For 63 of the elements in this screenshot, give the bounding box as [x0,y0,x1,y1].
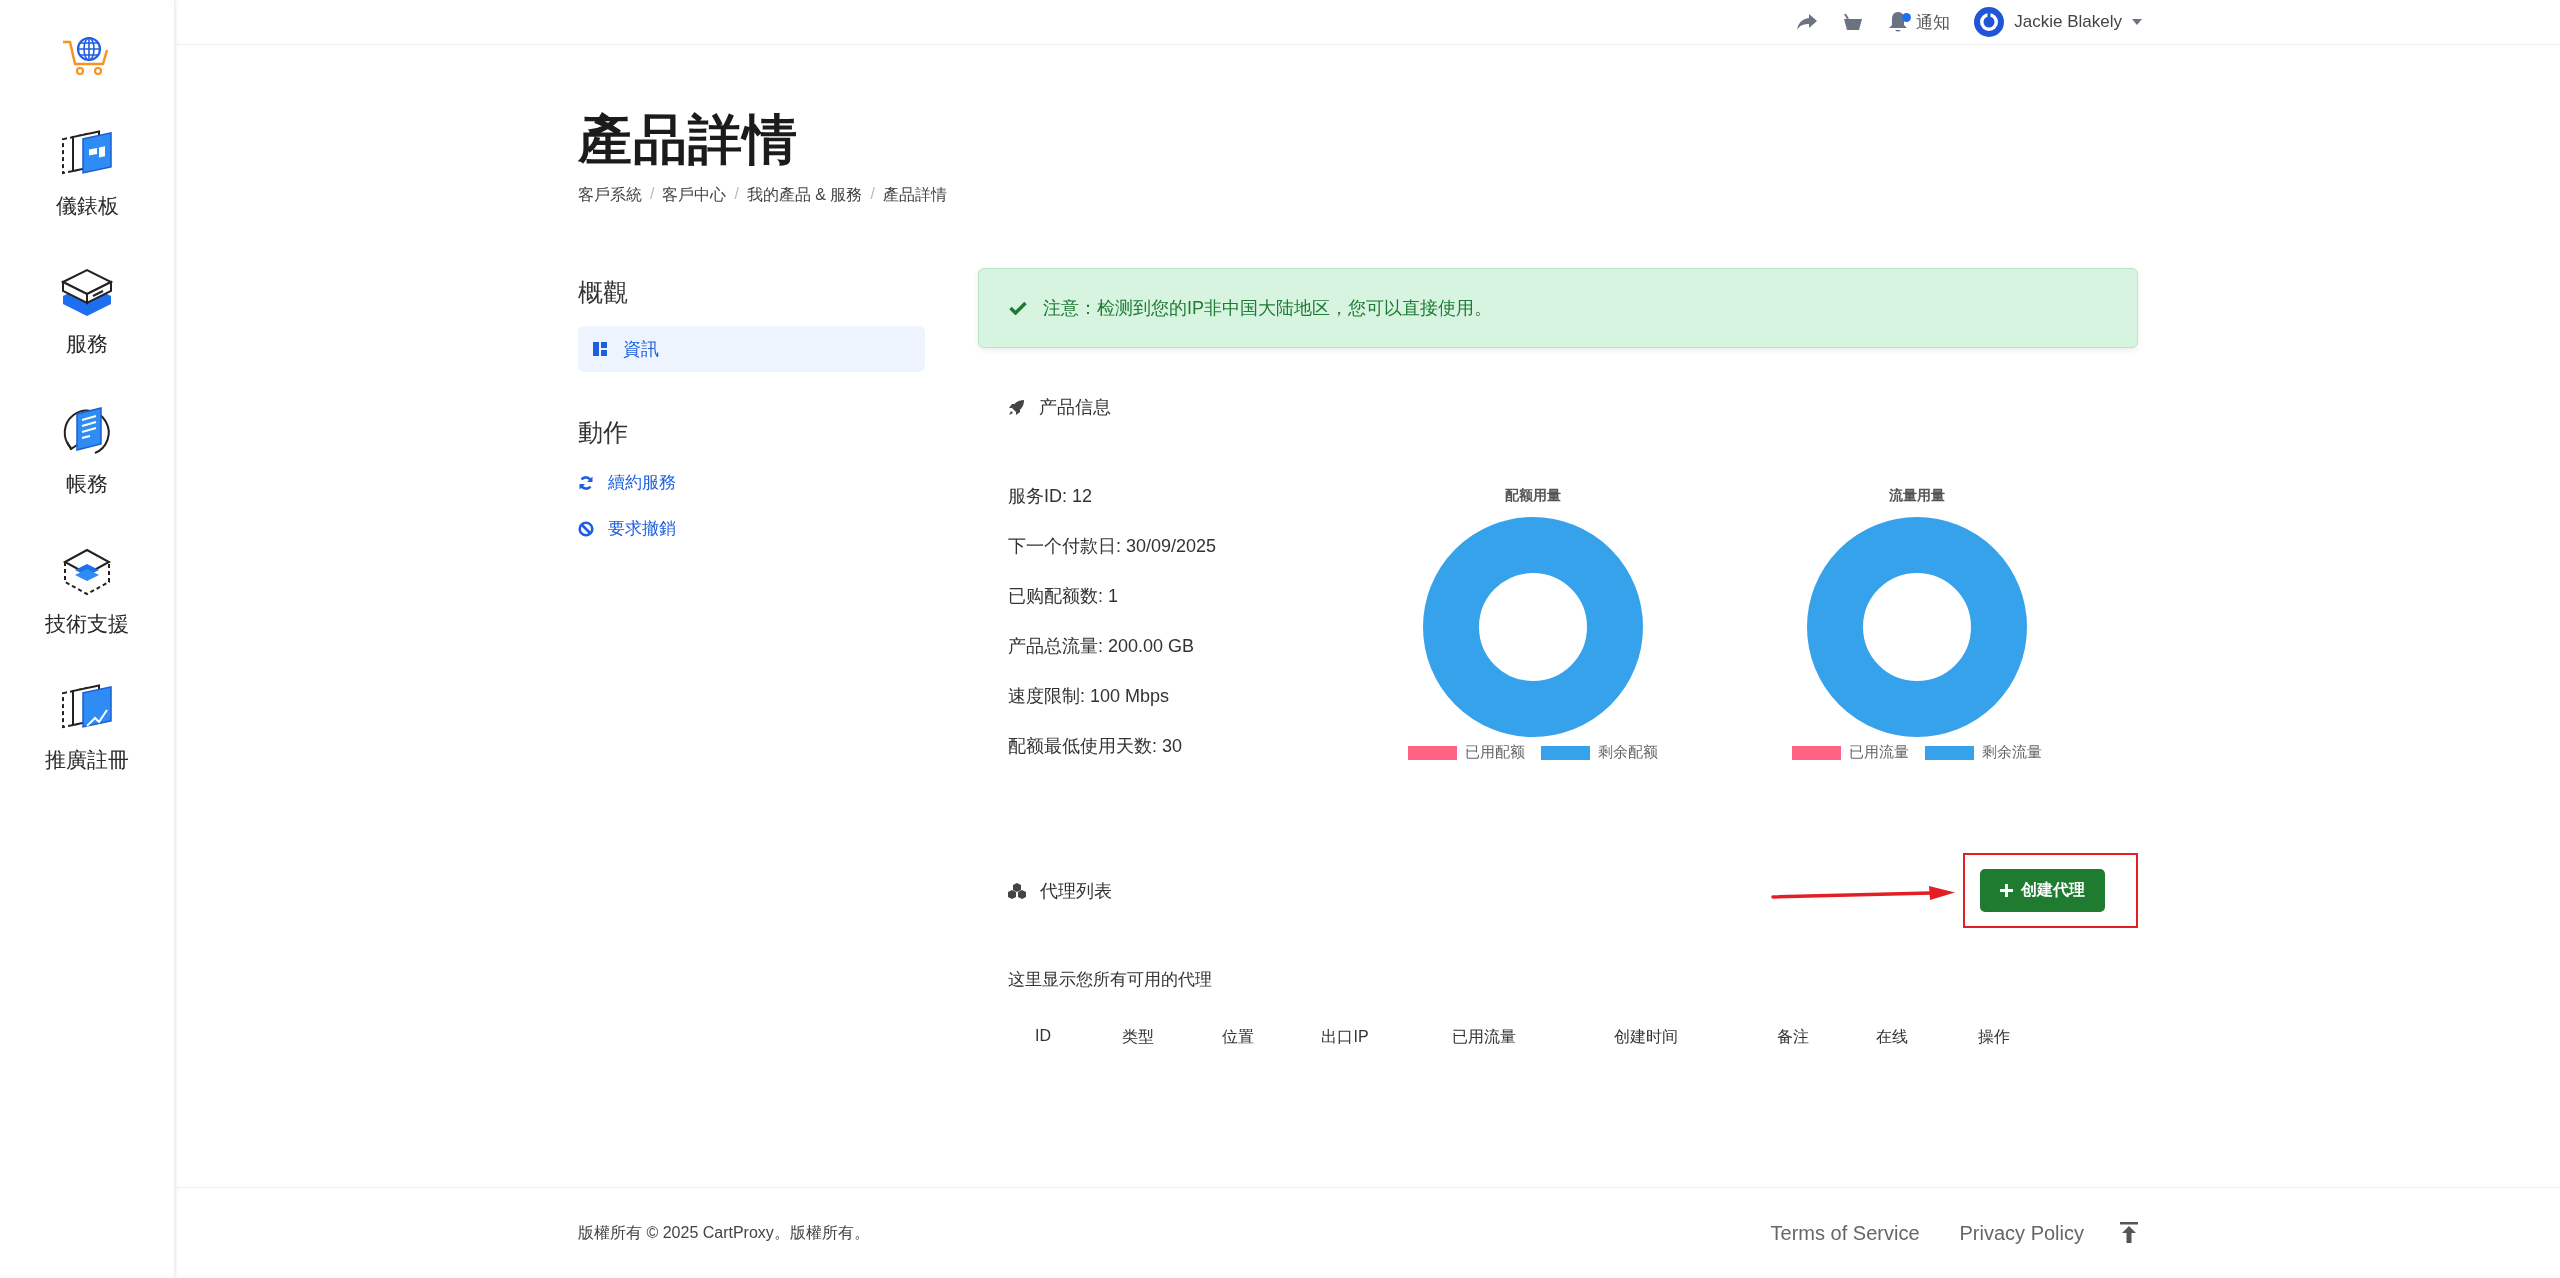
sidebar-item[interactable]: 推廣註冊 [45,684,129,774]
column-header: 备注 [1776,1027,1810,1047]
legend-label: 已用配额 [1465,743,1525,762]
sidebar-item[interactable]: 儀錶板 [55,130,119,220]
plus-icon [2000,884,2013,897]
rocket-icon [1008,398,1025,416]
description-text: 这里显示您所有可用的代理 [1008,969,1213,991]
section-title: 产品信息 [1039,396,1111,419]
legend-label: 剩余配额 [1598,743,1658,762]
layout-icon [593,342,607,356]
notice-text: 注意：检测到您的IP非中国大陆地区，您可以直接使用。 [1043,297,1492,320]
copyright-text: 版權所有 © 2025 CartProxy。版權所有。 [578,1222,871,1243]
check-icon [1009,301,1027,315]
column-header: 创建时间 [1613,1027,1679,1047]
chart-title: 配额用量 [1505,486,1561,505]
legend-label: 已用流量 [1849,743,1909,762]
action-link[interactable]: 續約服務 [578,470,925,496]
bell-icon[interactable] [1888,11,1909,33]
ban-icon [578,521,594,537]
page-title: 產品詳情 [578,108,799,171]
breadcrumb-separator: / [650,185,655,204]
caret-icon [2132,19,2142,25]
server-box-icon [59,266,115,318]
legend-label: 剩余流量 [1982,743,2042,762]
sidebar-item[interactable]: 帳務 [59,404,115,498]
breadcrumb-link[interactable]: 客戶中心 [662,185,727,206]
create-proxy-button[interactable]: 创建代理 [1980,869,2105,912]
section-title: 代理列表 [1040,879,1112,903]
sidebar-item[interactable]: 技術支援 [45,544,129,638]
column-header: 操作 [1977,1027,2011,1047]
detail-text: 已购配额数: 1 [1008,585,1119,608]
section-heading: 概觀 [578,277,629,308]
breadcrumb-link[interactable]: 客戶系統 [578,185,642,206]
detail-text: 下一个付款日: 30/09/2025 [1008,535,1218,558]
refresh-icon [578,475,594,491]
column-header: ID [1034,1027,1052,1046]
back-to-top-icon[interactable] [2120,1222,2138,1244]
user-menu[interactable]: Jackie Blakely [1974,7,2142,37]
column-header: 在线 [1875,1027,1909,1047]
sidebar-item[interactable]: 服務 [59,266,115,358]
detail-text: 配额最低使用天数: 30 [1008,735,1184,758]
breadcrumb-link[interactable]: 產品詳情 [882,185,947,206]
column-header: 已用流量 [1451,1027,1517,1047]
basket-icon[interactable] [1842,13,1865,31]
detail-text: 速度限制: 100 Mbps [1008,685,1171,708]
breadcrumb-link[interactable]: 我的產品 & 服務 [746,185,863,206]
breadcrumb-separator: / [734,185,739,204]
detail-text: 产品总流量: 200.00 GB [1008,635,1196,658]
column-header: 出口IP [1320,1027,1370,1047]
footer-link[interactable]: Terms of Service [1770,1221,1920,1245]
detail-text: 服务ID: 12 [1008,485,1094,508]
section-heading: 動作 [578,417,629,448]
menu-item[interactable]: 資訊 [578,326,925,372]
cubes-icon [1008,882,1026,899]
footer-link[interactable]: Privacy Policy [1959,1221,2084,1245]
power-avatar-icon [1974,7,2005,37]
notifications-link[interactable]: 通知 [1916,10,1951,34]
action-link[interactable]: 要求撤銷 [578,516,925,542]
share-arrow-icon[interactable] [1796,13,1819,31]
chart-title: 流量用量 [1889,486,1945,505]
breadcrumb-separator: / [870,185,875,204]
column-header: 类型 [1121,1027,1155,1047]
column-header: 位置 [1221,1027,1255,1047]
